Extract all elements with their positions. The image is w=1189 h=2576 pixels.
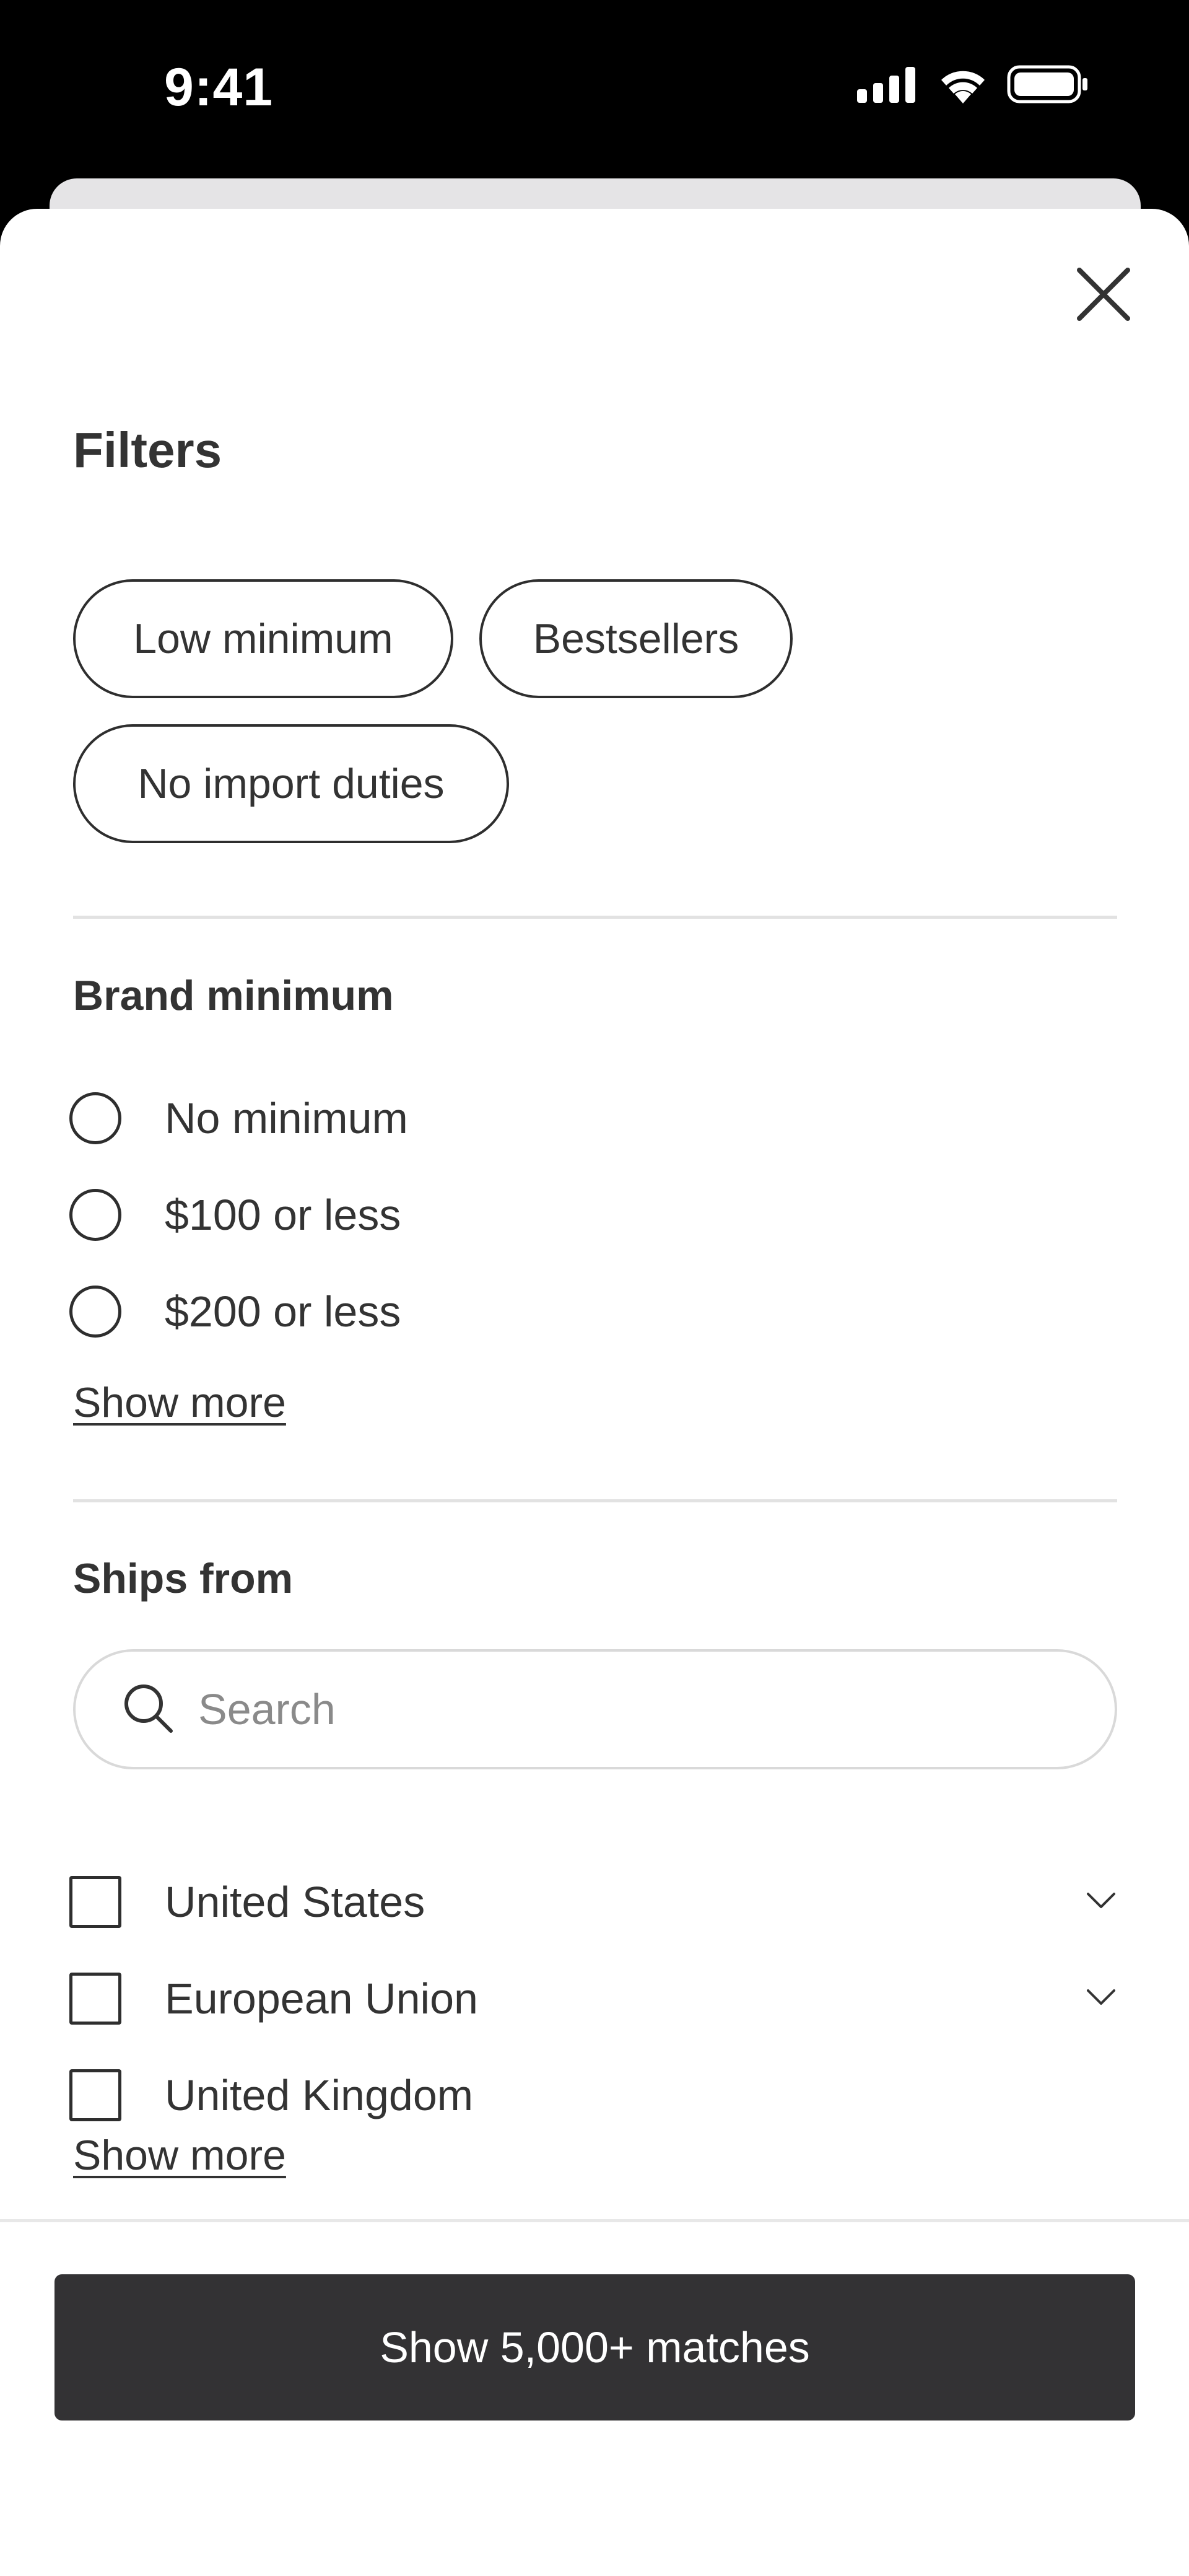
footer-divider <box>0 2219 1189 2222</box>
expand-european-union-button[interactable] <box>1085 1982 1117 2015</box>
radio-option-100-or-less[interactable]: $100 or less <box>69 1184 401 1246</box>
status-icons <box>857 65 1090 107</box>
checkbox-option-united-states[interactable]: United States <box>69 1871 425 1933</box>
wifi-icon <box>936 65 990 107</box>
checkbox-option-united-kingdom[interactable]: United Kingdom <box>69 2064 473 2126</box>
filters-sheet: Filters Low minimum Bestsellers No impor… <box>0 209 1189 2576</box>
close-button[interactable] <box>1071 263 1136 328</box>
cellular-signal-icon <box>857 66 919 106</box>
checkbox[interactable] <box>69 1876 121 1928</box>
checkbox[interactable] <box>69 2069 121 2121</box>
radio-label: No minimum <box>165 1094 408 1142</box>
show-matches-button[interactable]: Show 5,000+ matches <box>54 2274 1135 2420</box>
status-bar: 9:41 <box>0 0 1189 180</box>
radio-button[interactable] <box>69 1092 121 1144</box>
radio-button[interactable] <box>69 1189 121 1241</box>
section-divider <box>73 916 1117 919</box>
checkbox-label: United States <box>165 1878 425 1926</box>
search-icon <box>121 1681 175 1738</box>
chevron-down-icon <box>1086 1989 1116 2009</box>
ships-from-heading: Ships from <box>73 1555 294 1602</box>
chevron-down-icon <box>1086 1892 1116 1912</box>
radio-option-200-or-less[interactable]: $200 or less <box>69 1281 401 1343</box>
checkbox-label: European Union <box>165 1974 478 2023</box>
brand-minimum-heading: Brand minimum <box>73 972 394 1019</box>
close-icon <box>1077 267 1130 324</box>
chip-bestsellers[interactable]: Bestsellers <box>479 579 793 698</box>
chip-no-import-duties[interactable]: No import duties <box>73 724 509 843</box>
search-input[interactable] <box>197 1684 1064 1735</box>
search-box[interactable] <box>73 1649 1117 1769</box>
battery-icon <box>1007 65 1090 107</box>
brand-minimum-show-more-link[interactable]: Show more <box>73 1378 286 1427</box>
checkbox[interactable] <box>69 1973 121 2025</box>
status-time: 9:41 <box>164 58 274 117</box>
radio-label: $200 or less <box>165 1287 401 1336</box>
checkbox-label: United Kingdom <box>165 2071 474 2119</box>
radio-button[interactable] <box>69 1286 121 1338</box>
expand-united-states-button[interactable] <box>1085 1886 1117 1918</box>
section-divider <box>73 1499 1117 1502</box>
chip-low-minimum[interactable]: Low minimum <box>73 579 453 698</box>
checkbox-option-european-union[interactable]: European Union <box>69 1968 478 2030</box>
radio-label: $100 or less <box>165 1191 401 1239</box>
page-title: Filters <box>73 423 222 478</box>
ships-from-show-more-link[interactable]: Show more <box>73 2131 286 2180</box>
radio-option-no-minimum[interactable]: No minimum <box>69 1087 408 1149</box>
